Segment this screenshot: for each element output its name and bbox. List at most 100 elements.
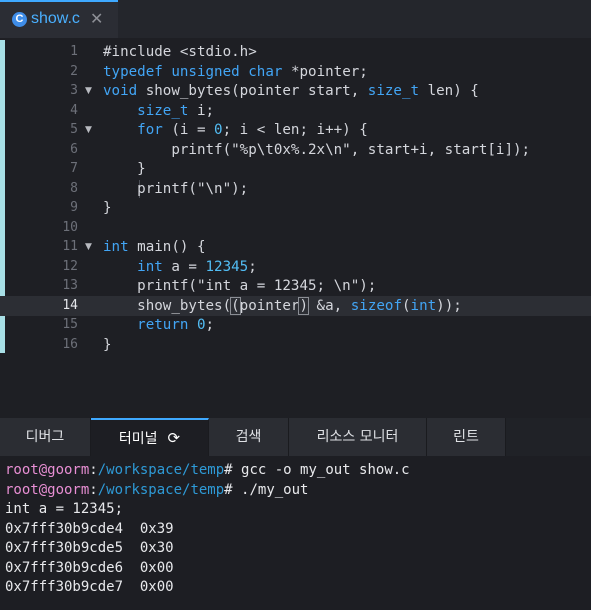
prompt-separator: : (89, 481, 98, 498)
terminal-command: gcc -o my_out show.c (241, 462, 410, 478)
code-token: *pointer; (282, 63, 368, 80)
code-line[interactable]: 8 printf("\n"); (0, 179, 591, 199)
code-text: } (103, 335, 112, 355)
code-line[interactable]: 12 int a = 12345; (0, 257, 591, 277)
keyword-token: size_t (137, 102, 189, 119)
line-number: 4 (70, 102, 78, 118)
code-token: i; (188, 102, 215, 119)
panel-tab-terminal[interactable]: 터미널 ⟳ (91, 418, 209, 456)
code-text: show_bytes((pointer) &a, sizeof(int)); (103, 296, 462, 316)
fold-arrow-icon[interactable]: ▼ (85, 81, 92, 101)
code-line[interactable]: 7 } (0, 159, 591, 179)
panel-tab-lint[interactable]: 린트 (427, 418, 506, 456)
prompt-path: /workspace/temp (97, 462, 225, 478)
code-line[interactable]: 4 size_t i; (0, 101, 591, 121)
code-token: ; i < len; i++) { (222, 122, 368, 138)
code-text: } (103, 198, 112, 218)
refresh-icon[interactable]: ⟳ (168, 429, 181, 447)
panel-tab-resource-monitor[interactable]: 리소스 모니터 (289, 418, 427, 456)
line-number: 14 (62, 297, 78, 313)
code-line[interactable]: 2 typedef unsigned char *pointer; (0, 62, 591, 82)
code-token: (i = (162, 122, 215, 138)
terminal[interactable]: root@goorm:/workspace/temp# gcc -o my_ou… (0, 456, 591, 610)
code-line[interactable]: 10 (0, 218, 591, 238)
close-icon[interactable]: ✕ (90, 9, 103, 28)
code-token: a = (162, 258, 206, 275)
panel-tab-label: 린트 (453, 429, 479, 445)
code-token: main() { (128, 239, 206, 255)
panel-tab-search[interactable]: 검색 (209, 418, 289, 456)
fold-arrow-icon[interactable]: ▼ (85, 237, 92, 257)
prompt-symbol: # (224, 462, 242, 478)
code-token: len) { (419, 83, 479, 99)
line-number: 13 (62, 278, 78, 293)
prompt-separator: : (89, 462, 98, 478)
line-number: 8 (70, 180, 78, 196)
keyword-token: size_t (367, 83, 420, 99)
code-line[interactable]: 6 printf("%p\t0x%.2x\n", start+i, start[… (0, 140, 591, 160)
line-number: 12 (62, 258, 78, 274)
code-editor[interactable]: 1 #include <stdio.h> 2 typedef unsigned cha… (0, 38, 591, 418)
prompt-symbol: # (224, 481, 242, 498)
code-line[interactable]: 3 ▼ void show_bytes(pointer start, size_t … (0, 81, 591, 101)
code-line[interactable]: 9} (0, 198, 591, 218)
line-number: 10 (62, 219, 78, 235)
code-token: } (103, 161, 146, 177)
file-tab-show-c[interactable]: C show.c ✕ (0, 0, 118, 38)
code-token: #include <stdio.h> (103, 44, 257, 60)
code-line[interactable]: 14 show_bytes((pointer) &a, sizeof(int))… (0, 295, 591, 316)
fold-arrow-icon[interactable]: ▼ (85, 120, 92, 140)
keyword-token: return (137, 317, 189, 333)
code-line[interactable]: 11 ▼ int main() { (0, 237, 591, 257)
code-line[interactable]: 16} (0, 335, 591, 355)
panel-tab-label: 검색 (235, 429, 262, 445)
code-token: ; (248, 258, 257, 275)
keyword-token: sizeof (350, 297, 402, 314)
code-line[interactable]: 15 return 0; (0, 315, 591, 335)
code-token: )); (436, 297, 462, 314)
code-text: } (103, 159, 146, 179)
code-line[interactable]: 5 ▼ for (i = 0; i < len; i++) { (0, 120, 591, 140)
code-token: ) (298, 296, 309, 315)
code-token: } (103, 200, 112, 216)
keyword-token: int (137, 258, 163, 275)
panel-tab-label: 터미널 (118, 431, 158, 447)
line-number: 9 (70, 200, 78, 215)
number-token: 0 (214, 122, 223, 138)
line-number: 3 (70, 83, 78, 98)
keyword-token: int (103, 239, 129, 255)
c-file-icon: C (12, 12, 27, 27)
keyword-token: int (410, 297, 437, 314)
code-token: ( (401, 297, 411, 314)
code-text: printf("\n"); (103, 179, 248, 199)
line-number: 15 (62, 317, 78, 332)
prompt-path: /workspace/temp (97, 481, 225, 498)
code-token: show_bytes(pointer start, (137, 83, 368, 99)
line-number: 6 (70, 141, 78, 157)
code-text: for (i = 0; i < len; i++) { (103, 120, 368, 140)
code-line[interactable]: 13 printf("int a = 12345; \n"); (0, 276, 591, 296)
code-text: size_t i; (103, 101, 214, 121)
panel-tab-debug[interactable]: 디버그 (0, 418, 91, 456)
code-token: printf("%p\t0x%.2x\n", start+i, start[i]… (103, 141, 531, 158)
code-line[interactable]: 1 #include <stdio.h> (0, 42, 591, 62)
panel-tab-label: 리소스 모니터 (316, 429, 399, 445)
keyword-token: for (137, 122, 163, 138)
code-token: pointer (239, 297, 300, 314)
code-token: show_bytes( (103, 297, 232, 314)
code-text: #include <stdio.h> (103, 42, 257, 62)
code-text: printf("%p\t0x%.2x\n", start+i, start[i]… (103, 140, 530, 160)
line-number: 16 (62, 336, 78, 352)
code-token: ; (205, 317, 215, 333)
prompt-user: root@goorm (5, 462, 90, 478)
code-token: } (103, 336, 112, 353)
terminal-output-line: 0x7fff30b9cde7 0x00 (5, 579, 174, 595)
panel-tab-label: 디버그 (25, 429, 65, 445)
code-token: printf("int a = 12345; \n"); (103, 278, 377, 294)
terminal-command: ./my_out (241, 481, 309, 498)
